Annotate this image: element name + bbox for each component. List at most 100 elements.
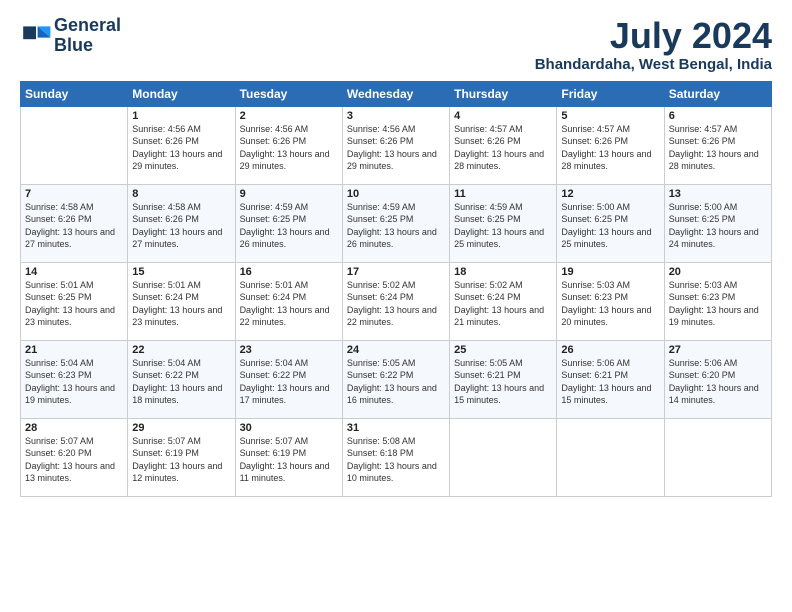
table-row — [21, 106, 128, 184]
day-info: Sunrise: 4:58 AMSunset: 6:26 PMDaylight:… — [25, 201, 123, 251]
day-info: Sunrise: 5:06 AMSunset: 6:20 PMDaylight:… — [669, 357, 767, 407]
table-row: 7Sunrise: 4:58 AMSunset: 6:26 PMDaylight… — [21, 184, 128, 262]
table-row: 15Sunrise: 5:01 AMSunset: 6:24 PMDayligh… — [128, 262, 235, 340]
header-wednesday: Wednesday — [342, 81, 449, 106]
day-info: Sunrise: 5:01 AMSunset: 6:25 PMDaylight:… — [25, 279, 123, 329]
table-row: 19Sunrise: 5:03 AMSunset: 6:23 PMDayligh… — [557, 262, 664, 340]
day-number: 21 — [25, 344, 123, 356]
table-row: 3Sunrise: 4:56 AMSunset: 6:26 PMDaylight… — [342, 106, 449, 184]
day-info: Sunrise: 5:03 AMSunset: 6:23 PMDaylight:… — [561, 279, 659, 329]
day-info: Sunrise: 5:03 AMSunset: 6:23 PMDaylight:… — [669, 279, 767, 329]
day-info: Sunrise: 5:07 AMSunset: 6:20 PMDaylight:… — [25, 435, 123, 485]
calendar-week-row: 1Sunrise: 4:56 AMSunset: 6:26 PMDaylight… — [21, 106, 772, 184]
table-row: 1Sunrise: 4:56 AMSunset: 6:26 PMDaylight… — [128, 106, 235, 184]
day-info: Sunrise: 5:07 AMSunset: 6:19 PMDaylight:… — [132, 435, 230, 485]
day-number: 29 — [132, 422, 230, 434]
table-row: 16Sunrise: 5:01 AMSunset: 6:24 PMDayligh… — [235, 262, 342, 340]
day-info: Sunrise: 5:02 AMSunset: 6:24 PMDaylight:… — [454, 279, 552, 329]
day-number: 4 — [454, 110, 552, 122]
day-info: Sunrise: 4:56 AMSunset: 6:26 PMDaylight:… — [132, 123, 230, 173]
day-number: 28 — [25, 422, 123, 434]
day-info: Sunrise: 5:00 AMSunset: 6:25 PMDaylight:… — [669, 201, 767, 251]
day-info: Sunrise: 5:01 AMSunset: 6:24 PMDaylight:… — [240, 279, 338, 329]
table-row: 4Sunrise: 4:57 AMSunset: 6:26 PMDaylight… — [450, 106, 557, 184]
day-info: Sunrise: 5:01 AMSunset: 6:24 PMDaylight:… — [132, 279, 230, 329]
day-number: 7 — [25, 188, 123, 200]
day-number: 31 — [347, 422, 445, 434]
day-number: 18 — [454, 266, 552, 278]
table-row: 2Sunrise: 4:56 AMSunset: 6:26 PMDaylight… — [235, 106, 342, 184]
day-info: Sunrise: 4:57 AMSunset: 6:26 PMDaylight:… — [454, 123, 552, 173]
table-row: 13Sunrise: 5:00 AMSunset: 6:25 PMDayligh… — [664, 184, 771, 262]
day-info: Sunrise: 5:05 AMSunset: 6:21 PMDaylight:… — [454, 357, 552, 407]
table-row: 14Sunrise: 5:01 AMSunset: 6:25 PMDayligh… — [21, 262, 128, 340]
table-row: 31Sunrise: 5:08 AMSunset: 6:18 PMDayligh… — [342, 418, 449, 496]
table-row — [450, 418, 557, 496]
logo-line1: General — [54, 16, 121, 36]
day-number: 1 — [132, 110, 230, 122]
calendar-table: Sunday Monday Tuesday Wednesday Thursday… — [20, 81, 772, 497]
table-row: 27Sunrise: 5:06 AMSunset: 6:20 PMDayligh… — [664, 340, 771, 418]
day-info: Sunrise: 5:08 AMSunset: 6:18 PMDaylight:… — [347, 435, 445, 485]
header-tuesday: Tuesday — [235, 81, 342, 106]
table-row: 28Sunrise: 5:07 AMSunset: 6:20 PMDayligh… — [21, 418, 128, 496]
table-row: 21Sunrise: 5:04 AMSunset: 6:23 PMDayligh… — [21, 340, 128, 418]
day-number: 12 — [561, 188, 659, 200]
table-row: 8Sunrise: 4:58 AMSunset: 6:26 PMDaylight… — [128, 184, 235, 262]
table-row: 22Sunrise: 5:04 AMSunset: 6:22 PMDayligh… — [128, 340, 235, 418]
header-sunday: Sunday — [21, 81, 128, 106]
header-row: General Blue July 2024 Bhandardaha, West… — [20, 16, 772, 73]
day-number: 11 — [454, 188, 552, 200]
logo-icon — [20, 20, 52, 52]
day-info: Sunrise: 5:06 AMSunset: 6:21 PMDaylight:… — [561, 357, 659, 407]
table-row — [664, 418, 771, 496]
table-row: 5Sunrise: 4:57 AMSunset: 6:26 PMDaylight… — [557, 106, 664, 184]
day-number: 14 — [25, 266, 123, 278]
day-number: 3 — [347, 110, 445, 122]
day-number: 30 — [240, 422, 338, 434]
calendar-week-row: 14Sunrise: 5:01 AMSunset: 6:25 PMDayligh… — [21, 262, 772, 340]
table-row: 6Sunrise: 4:57 AMSunset: 6:26 PMDaylight… — [664, 106, 771, 184]
day-number: 24 — [347, 344, 445, 356]
table-row: 24Sunrise: 5:05 AMSunset: 6:22 PMDayligh… — [342, 340, 449, 418]
table-row: 18Sunrise: 5:02 AMSunset: 6:24 PMDayligh… — [450, 262, 557, 340]
header-friday: Friday — [557, 81, 664, 106]
table-row: 30Sunrise: 5:07 AMSunset: 6:19 PMDayligh… — [235, 418, 342, 496]
day-info: Sunrise: 5:02 AMSunset: 6:24 PMDaylight:… — [347, 279, 445, 329]
table-row: 20Sunrise: 5:03 AMSunset: 6:23 PMDayligh… — [664, 262, 771, 340]
header-monday: Monday — [128, 81, 235, 106]
day-number: 8 — [132, 188, 230, 200]
location: Bhandardaha, West Bengal, India — [535, 56, 772, 73]
day-info: Sunrise: 4:59 AMSunset: 6:25 PMDaylight:… — [240, 201, 338, 251]
day-number: 27 — [669, 344, 767, 356]
day-number: 22 — [132, 344, 230, 356]
calendar-week-row: 7Sunrise: 4:58 AMSunset: 6:26 PMDaylight… — [21, 184, 772, 262]
calendar-week-row: 21Sunrise: 5:04 AMSunset: 6:23 PMDayligh… — [21, 340, 772, 418]
table-row: 17Sunrise: 5:02 AMSunset: 6:24 PMDayligh… — [342, 262, 449, 340]
table-row: 23Sunrise: 5:04 AMSunset: 6:22 PMDayligh… — [235, 340, 342, 418]
logo: General Blue — [20, 16, 121, 56]
title-block: July 2024 Bhandardaha, West Bengal, Indi… — [535, 16, 772, 73]
header-thursday: Thursday — [450, 81, 557, 106]
table-row: 9Sunrise: 4:59 AMSunset: 6:25 PMDaylight… — [235, 184, 342, 262]
table-row: 25Sunrise: 5:05 AMSunset: 6:21 PMDayligh… — [450, 340, 557, 418]
day-info: Sunrise: 5:00 AMSunset: 6:25 PMDaylight:… — [561, 201, 659, 251]
table-row: 12Sunrise: 5:00 AMSunset: 6:25 PMDayligh… — [557, 184, 664, 262]
calendar-container: General Blue July 2024 Bhandardaha, West… — [0, 0, 792, 507]
table-row: 26Sunrise: 5:06 AMSunset: 6:21 PMDayligh… — [557, 340, 664, 418]
day-number: 2 — [240, 110, 338, 122]
day-info: Sunrise: 5:05 AMSunset: 6:22 PMDaylight:… — [347, 357, 445, 407]
calendar-header-row: Sunday Monday Tuesday Wednesday Thursday… — [21, 81, 772, 106]
day-number: 5 — [561, 110, 659, 122]
day-info: Sunrise: 5:07 AMSunset: 6:19 PMDaylight:… — [240, 435, 338, 485]
logo-text: General Blue — [54, 16, 121, 56]
table-row: 10Sunrise: 4:59 AMSunset: 6:25 PMDayligh… — [342, 184, 449, 262]
day-number: 9 — [240, 188, 338, 200]
day-info: Sunrise: 4:56 AMSunset: 6:26 PMDaylight:… — [240, 123, 338, 173]
day-info: Sunrise: 4:56 AMSunset: 6:26 PMDaylight:… — [347, 123, 445, 173]
table-row: 11Sunrise: 4:59 AMSunset: 6:25 PMDayligh… — [450, 184, 557, 262]
day-number: 13 — [669, 188, 767, 200]
day-info: Sunrise: 5:04 AMSunset: 6:23 PMDaylight:… — [25, 357, 123, 407]
logo-line2: Blue — [54, 36, 121, 56]
day-number: 23 — [240, 344, 338, 356]
